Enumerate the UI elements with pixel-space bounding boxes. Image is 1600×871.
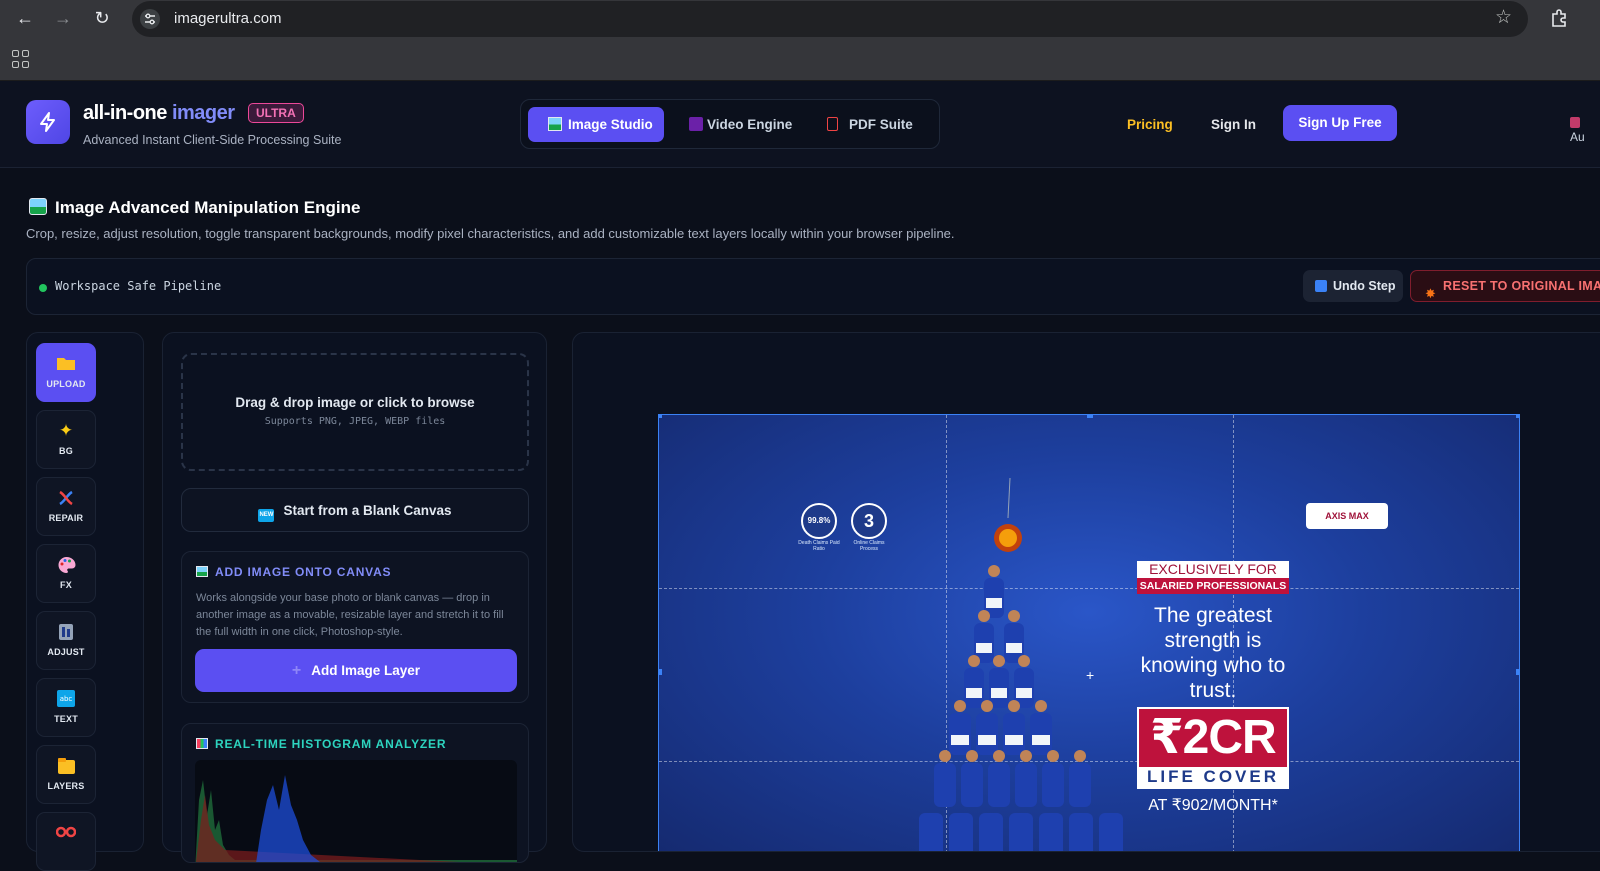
folder-icon — [56, 355, 76, 373]
ad-tagline: The greatest strength is knowing who to … — [1140, 604, 1286, 702]
address-bar[interactable]: imagerultra.com ☆ — [132, 1, 1528, 37]
apps-grid-icon[interactable] — [12, 50, 30, 68]
app-header: all-in-one imager ULTRA Advanced Instant… — [0, 81, 1600, 168]
claims-seal: 99.8% — [801, 503, 837, 539]
rail-item-text[interactable]: abc TEXT — [36, 678, 96, 737]
rail-item-upload[interactable]: UPLOAD — [36, 343, 96, 402]
resize-handle[interactable] — [659, 415, 662, 418]
canvas-image[interactable]: + 99.8% Death Claims Paid Ratio 3 Online… — [658, 414, 1520, 851]
logo[interactable] — [26, 100, 70, 144]
ad-ribbon-bottom: SALARIED PROFESSIONALS — [1137, 578, 1289, 594]
ad-ribbon-top: EXCLUSIVELY FOR — [1137, 561, 1289, 578]
bookmark-star-icon[interactable]: ☆ — [1495, 6, 1512, 29]
extensions-icon[interactable] — [1549, 8, 1569, 28]
url-text: imagerultra.com — [174, 10, 282, 27]
layers-icon — [56, 757, 76, 775]
status-text: Workspace Safe Pipeline — [55, 279, 222, 293]
ad-cover-box: ₹2CR LIFE COVER — [1137, 707, 1289, 789]
forward-icon[interactable]: → — [51, 6, 75, 30]
resize-handle[interactable] — [1516, 415, 1519, 418]
dropzone-title: Drag & drop image or click to browse — [235, 395, 475, 410]
tab-video-engine[interactable]: Video Engine — [671, 107, 801, 142]
reset-button[interactable]: ✸ RESET TO ORIGINAL IMA — [1410, 270, 1600, 302]
add-image-card: ADD IMAGE ONTO CANVAS Works alongside yo… — [181, 551, 529, 703]
sign-up-button[interactable]: Sign Up Free — [1283, 105, 1397, 141]
ad-cover-amount: ₹2CR — [1150, 711, 1276, 764]
image-icon — [29, 198, 47, 215]
image-icon — [196, 566, 208, 577]
process-seal: 3 — [851, 503, 887, 539]
tab-image-studio[interactable]: Image Studio — [528, 107, 664, 142]
brand-name: all-in-one imager — [83, 102, 235, 124]
canvas-viewport[interactable]: + 99.8% Death Claims Paid Ratio 3 Online… — [572, 332, 1600, 852]
ad-cover-price: AT ₹902/MONTH* — [1148, 797, 1278, 814]
histogram-card: REAL-TIME HISTOGRAM ANALYZER — [181, 723, 529, 863]
chart-icon — [196, 738, 208, 749]
new-badge-icon: NEW — [258, 509, 275, 522]
back-icon[interactable]: ← — [13, 6, 37, 30]
rail-item-more[interactable] — [36, 812, 96, 871]
clapper-icon — [689, 117, 703, 131]
resize-handle[interactable] — [1087, 415, 1093, 418]
brand-tagline: Advanced Instant Client-Side Processing … — [83, 133, 342, 147]
pdf-icon — [827, 117, 838, 131]
page-description: Crop, resize, adjust resolution, toggle … — [26, 226, 955, 241]
dna-icon — [56, 489, 76, 507]
resize-handle[interactable] — [659, 669, 662, 675]
lightning-icon — [40, 112, 55, 132]
site-settings-icon[interactable] — [140, 9, 160, 29]
ad-cover-label: LIFE COVER — [1139, 767, 1287, 787]
histogram-title: REAL-TIME HISTOGRAM ANALYZER — [196, 737, 446, 751]
adjust-icon — [56, 623, 76, 641]
ultra-badge: ULTRA — [248, 103, 304, 123]
histogram-plot — [195, 760, 517, 862]
scissors-icon — [55, 824, 77, 842]
status-indicator — [39, 284, 47, 292]
burst-icon: ✸ — [1425, 286, 1437, 301]
rail-item-layers[interactable]: LAYERS — [36, 745, 96, 804]
page-title: Image Advanced Manipulation Engine — [55, 198, 361, 217]
seal-caption: Death Claims Paid Ratio — [798, 540, 840, 552]
sparkles-icon: ✦ — [58, 421, 74, 440]
add-image-title: ADD IMAGE ONTO CANVAS — [196, 565, 391, 579]
undo-icon — [1315, 280, 1327, 292]
tool-rail: UPLOAD ✦ BG REPAIR FX ADJUST abc TEXT LA… — [26, 332, 144, 871]
tab-pdf-suite[interactable]: PDF Suite — [811, 107, 921, 142]
pipeline-status-bar: Workspace Safe Pipeline Undo Step ✸ RESET… — [26, 258, 1600, 315]
palette-icon — [56, 556, 76, 574]
add-image-layer-button[interactable]: + Add Image Layer — [195, 649, 517, 692]
mode-tabs: Image Studio Video Engine PDF Suite — [520, 99, 940, 149]
user-icon — [1570, 117, 1580, 128]
tools-panel: Drag & drop image or click to browse Sup… — [162, 332, 547, 863]
rail-item-fx[interactable]: FX — [36, 544, 96, 603]
svg-text:abc: abc — [60, 695, 73, 703]
plus-icon: + — [291, 662, 302, 679]
rail-item-bg[interactable]: ✦ BG — [36, 410, 96, 469]
image-icon — [548, 117, 562, 131]
seal-caption: Online Claims Process — [853, 540, 885, 552]
upload-dropzone[interactable]: Drag & drop image or click to browse Sup… — [181, 353, 529, 471]
rail-item-adjust[interactable]: ADJUST — [36, 611, 96, 670]
blank-canvas-button[interactable]: NEW Start from a Blank Canvas — [181, 488, 529, 532]
reload-icon[interactable]: ↻ — [90, 6, 114, 30]
human-pyramid-illustration — [919, 477, 1123, 851]
pricing-link[interactable]: Pricing — [1127, 117, 1173, 132]
add-image-description: Works alongside your base photo or blank… — [196, 592, 504, 638]
insurer-logo: AXIS MAX — [1306, 503, 1388, 529]
resize-handle[interactable] — [1516, 669, 1519, 675]
rail-item-repair[interactable]: REPAIR — [36, 477, 96, 536]
browser-toolbar: ← → ↻ imagerultra.com ☆ — [0, 0, 1600, 37]
dropzone-subtitle: Supports PNG, JPEG, WEBP files — [264, 416, 446, 427]
text-icon: abc — [56, 690, 76, 708]
sign-in-link[interactable]: Sign In — [1211, 117, 1256, 132]
undo-button[interactable]: Undo Step — [1303, 270, 1403, 302]
account-menu[interactable]: Au — [1570, 116, 1600, 144]
bookmarks-bar — [0, 37, 1600, 81]
